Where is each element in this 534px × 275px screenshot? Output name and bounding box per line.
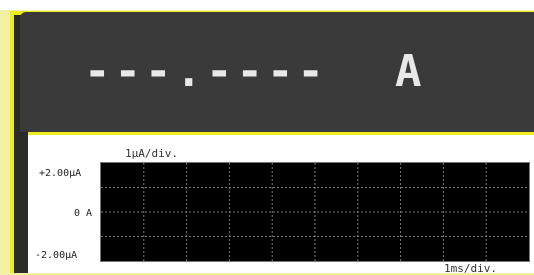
- x-scale-label: 1ms/div.: [444, 262, 497, 275]
- y-label-top: +2.00µA: [39, 168, 82, 179]
- waveform-plot: [100, 162, 530, 262]
- y-label-bottom: -2.00µA: [35, 250, 78, 261]
- top-strip: [0, 0, 534, 10]
- grid-svg: [101, 163, 529, 261]
- readout-value: ---.----: [84, 46, 328, 97]
- current-readout: ---.---- A: [20, 12, 534, 132]
- y-label-mid: 0 A: [74, 208, 93, 219]
- grid-lines: [101, 163, 529, 261]
- readout-unit: A: [395, 46, 422, 97]
- instrument-frame: ---.---- A 1µA/div. +2.00µA 0 A -2.00µA …: [0, 0, 534, 275]
- y-scale-label: 1µA/div.: [125, 147, 178, 160]
